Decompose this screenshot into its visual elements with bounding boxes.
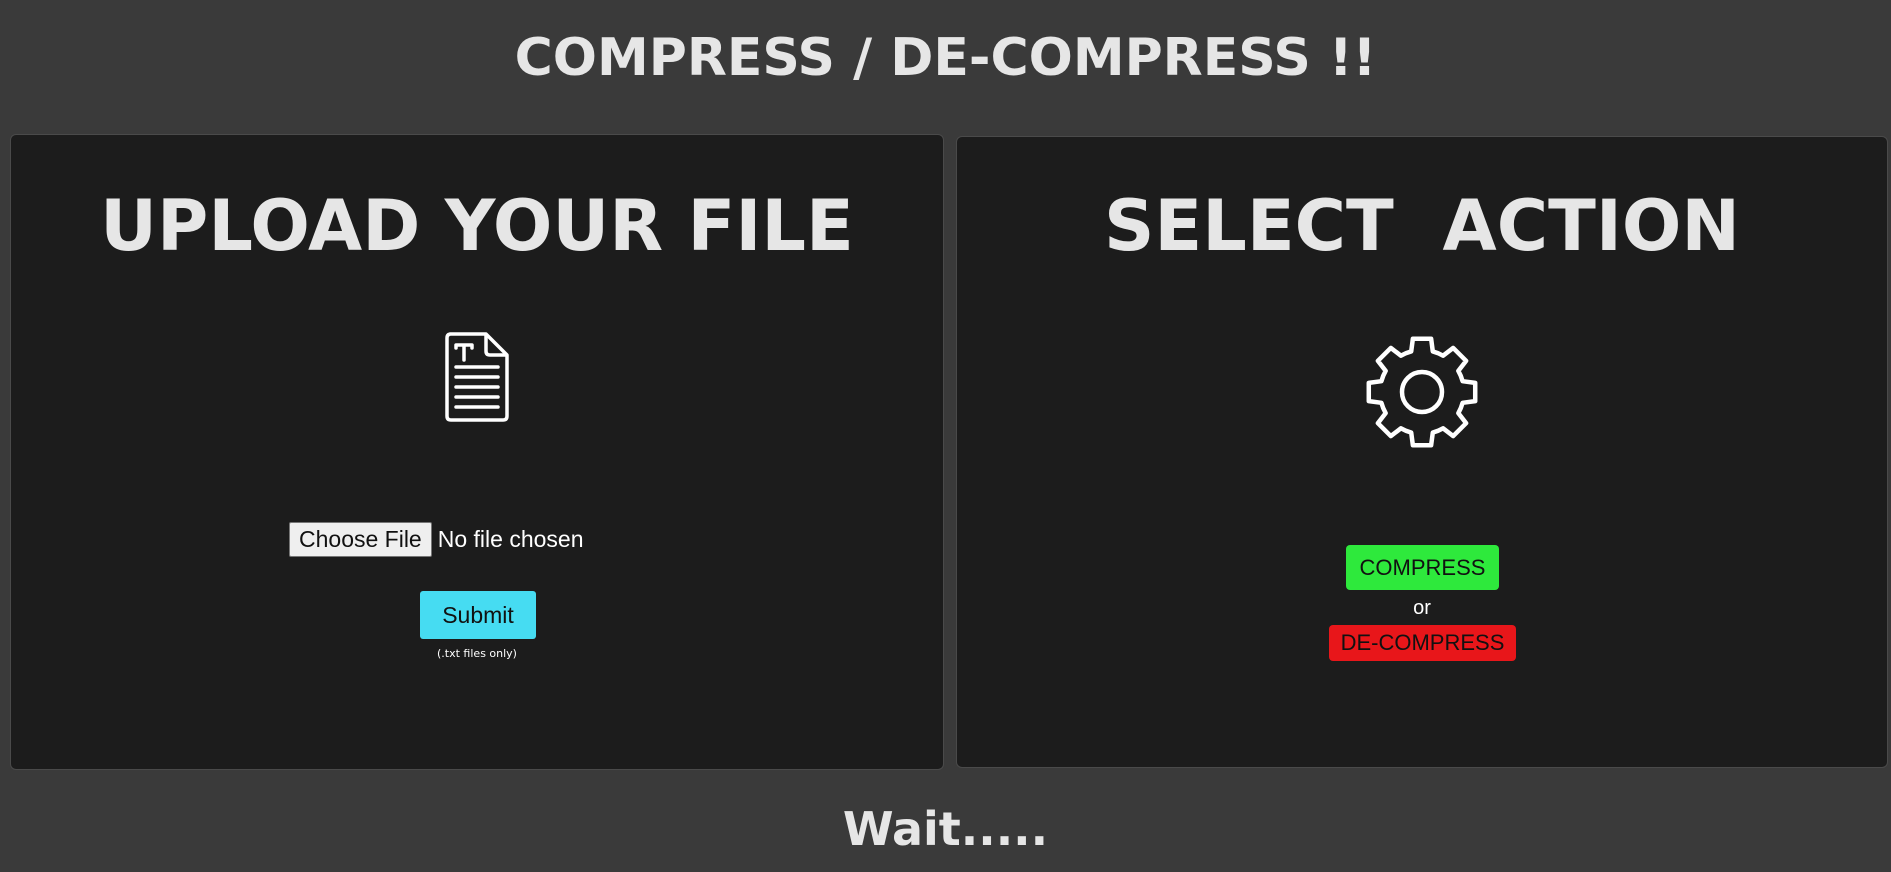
status-text: Wait..... [842,802,1049,856]
gear-icon-wrap [957,333,1887,451]
file-type-note: (.txt files only) [437,647,517,660]
upload-panel: UPLOAD YOUR FILE Choose File No file cho… [10,134,944,770]
upload-heading: UPLOAD YOUR FILE [100,185,854,267]
action-panel: SELECT ACTION COMPRESS or DE-COMPRESS [956,136,1888,768]
text-file-icon-wrap [11,331,943,423]
choose-file-button[interactable]: Choose File [289,521,432,557]
submit-button[interactable]: Submit [420,591,536,639]
compress-button[interactable]: COMPRESS [1346,545,1499,590]
decompress-button[interactable]: DE-COMPRESS [1329,625,1516,661]
action-heading: SELECT ACTION [1104,185,1740,267]
or-separator: or [1413,597,1431,619]
file-status-text: No file chosen [437,525,584,552]
file-input[interactable]: Choose File No file chosen [289,521,583,557]
gear-icon [1366,336,1478,448]
text-file-icon [445,332,509,422]
page-title: COMPRESS / DE-COMPRESS !! [514,28,1377,88]
